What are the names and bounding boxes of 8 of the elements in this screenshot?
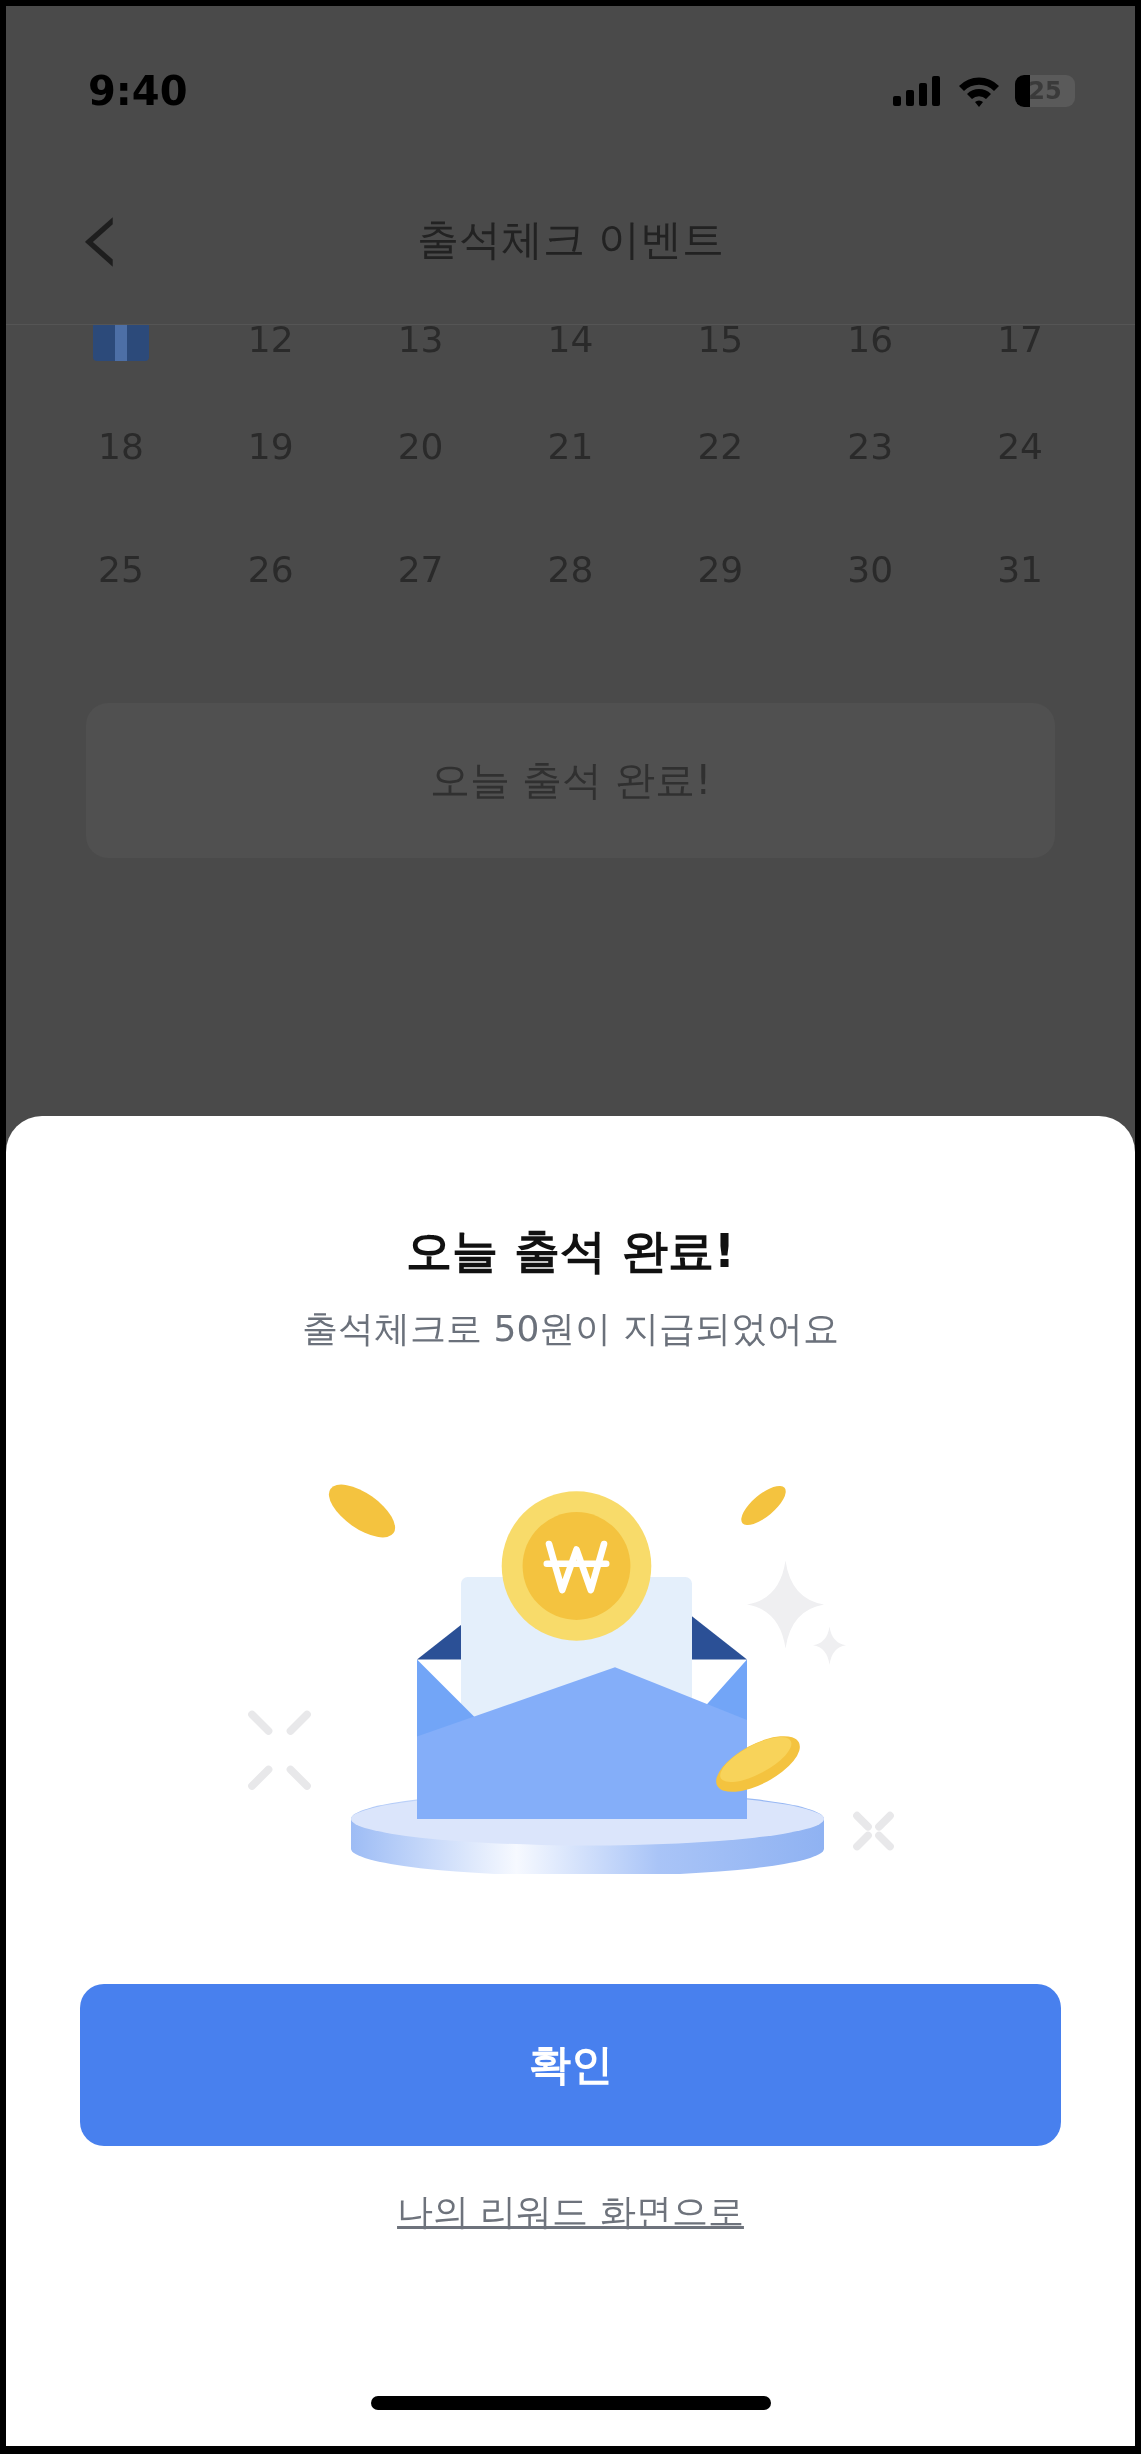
back-button[interactable]: ‹ [76, 176, 124, 296]
status-time: 9:40 [88, 68, 188, 114]
rewards-link[interactable]: 나의 리워드 화면으로 [397, 2188, 744, 2237]
sheet-title: 오늘 출석 완료! [406, 1223, 735, 1280]
signal-icon [893, 76, 943, 106]
wifi-icon [957, 75, 1001, 107]
sheet-subtitle: 출석체크로 50원이 지급되었어요 [302, 1307, 839, 1351]
confirm-button[interactable]: 확인 [80, 1984, 1061, 2146]
